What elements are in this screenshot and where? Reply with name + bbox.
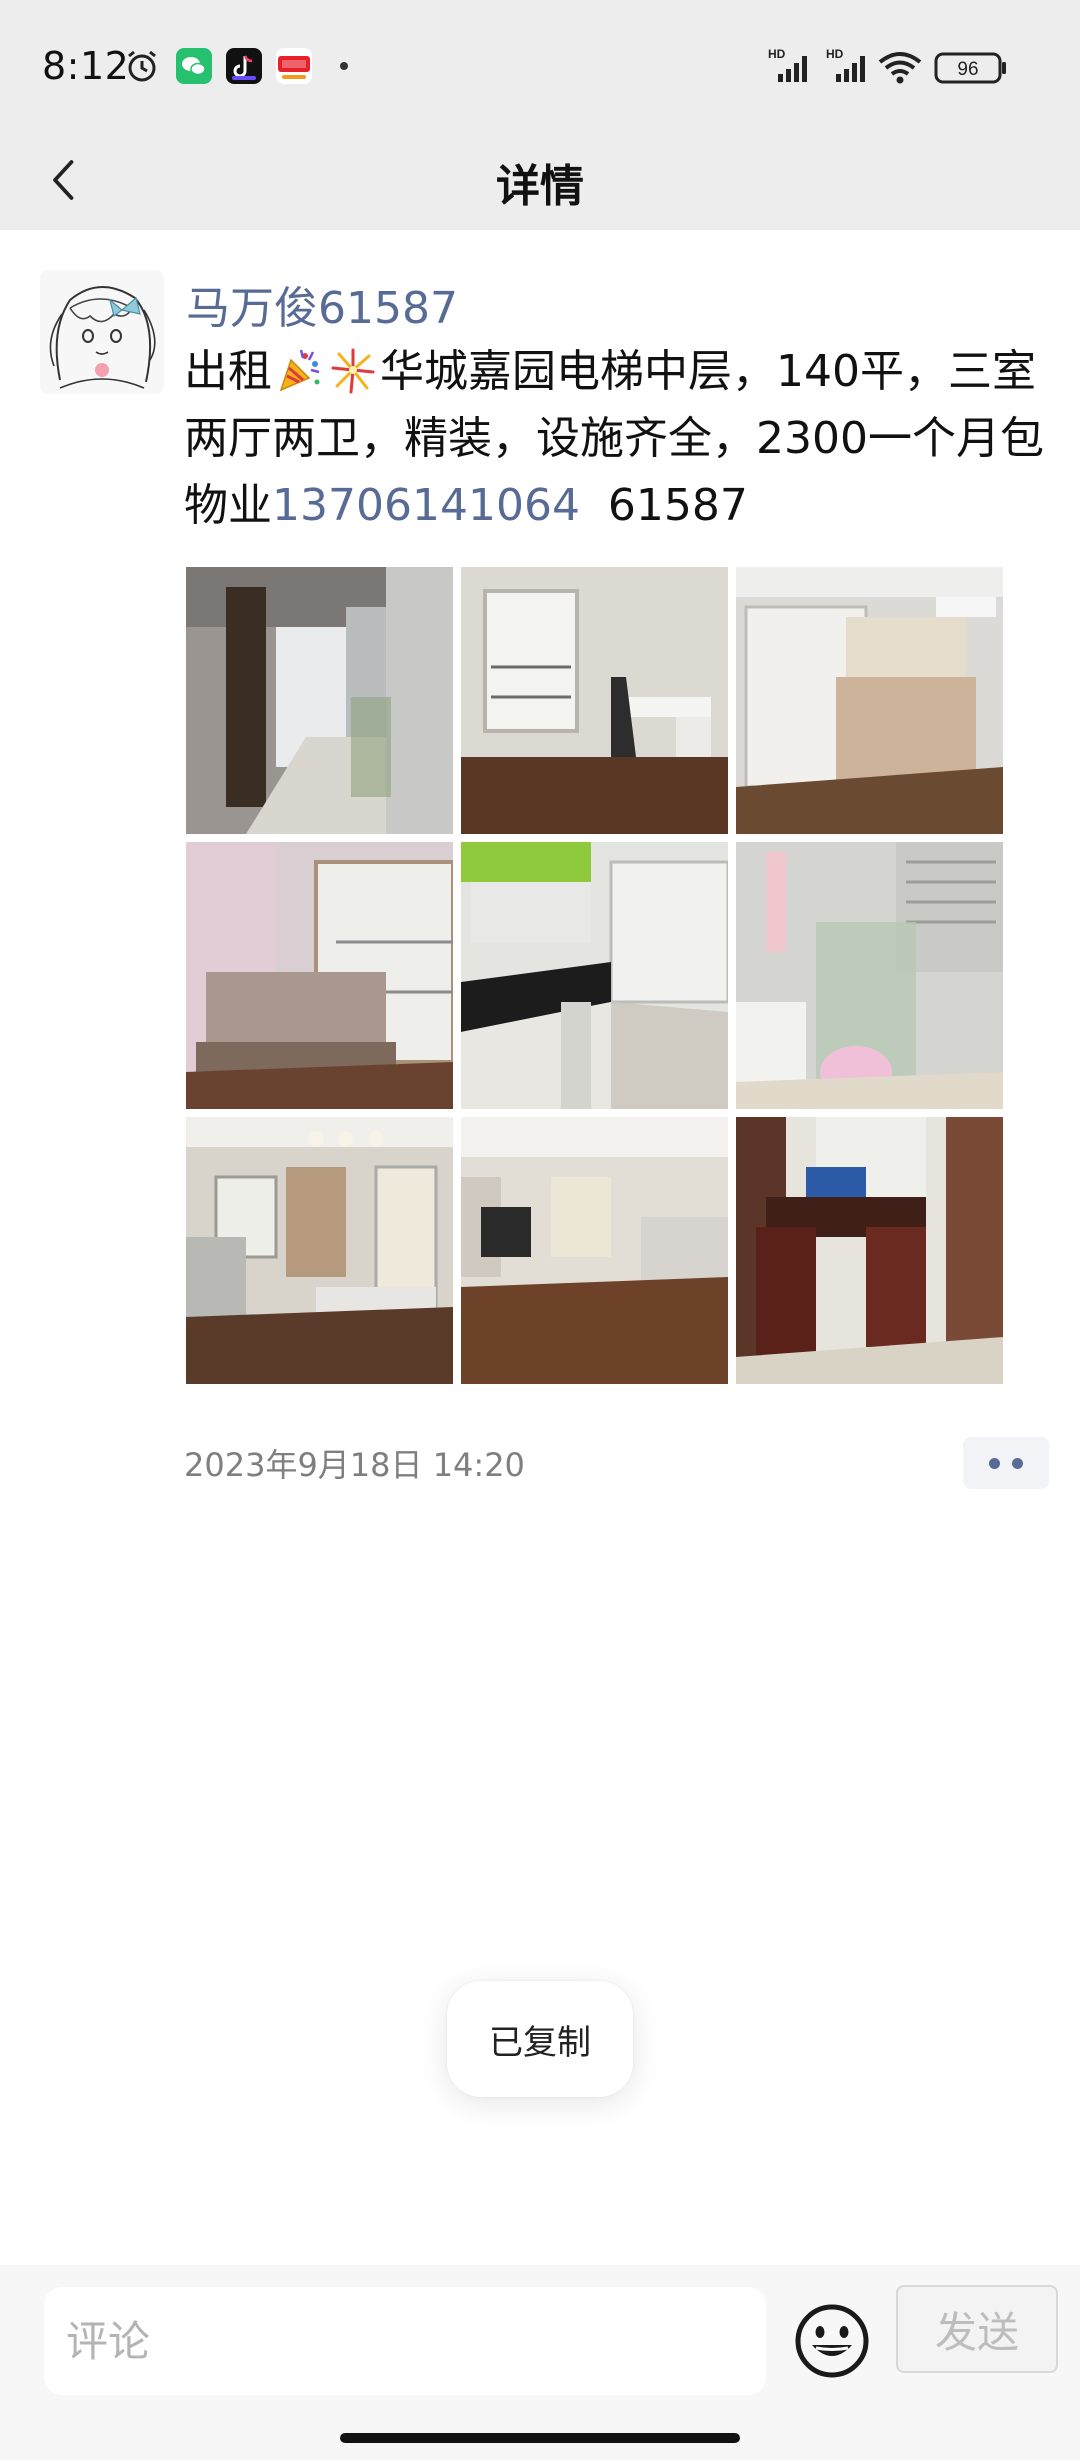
home-indicator[interactable] [340,2433,740,2443]
bathroom-photo[interactable] [736,842,1003,1109]
status-right-icons: HD HD 96 [768,47,1006,84]
nav-bar: 详情 [0,130,1080,230]
tiktok-app-icon [226,48,262,84]
more-dots-icon [989,1457,1000,1469]
living-dining-photo[interactable] [186,1117,453,1384]
party-popper-emoji [275,346,323,394]
avatar[interactable] [40,270,164,394]
battery-icon: 96 [934,52,1006,84]
kitchen-corridor-photo[interactable] [186,567,453,834]
dining-table-photo[interactable] [736,1117,1003,1384]
hd-label-2: HD [826,47,844,61]
alarm-icon [124,48,160,84]
post-text-prefix: 出租 [184,346,272,397]
smiley-icon [795,2304,869,2378]
author-name[interactable]: 马万俊61587 [186,272,458,336]
comment-bar: 发送 [0,2265,1080,2460]
bedroom-photo-2[interactable] [186,842,453,1109]
wifi-icon [878,52,922,84]
status-time: 8:12 [42,44,130,88]
hd-label-1: HD [768,47,786,61]
page-title: 详情 [496,161,584,212]
notification-dot [340,62,348,70]
bedroom-photo-1[interactable] [736,567,1003,834]
top-region: 8:12 HD HD 96 详情 [0,0,1080,230]
comment-input[interactable] [44,2287,766,2395]
status-bar: 8:12 HD HD 96 [0,0,1080,135]
search-app-icon [276,48,312,84]
more-button[interactable] [963,1437,1049,1489]
phone-link[interactable]: 13706141064 [272,480,580,531]
post-detail-screen: 8:12 HD HD 96 详情 马万俊61587 出租 华城嘉园电梯中层，14… [0,0,1080,2460]
fireworks-emoji [329,346,377,394]
kitchen-photo[interactable] [461,842,728,1109]
living-room-photo[interactable] [461,1117,728,1384]
study-desk-photo[interactable] [461,567,728,834]
post-timestamp: 2023年9月18日 14:20 [184,1446,525,1484]
send-button[interactable]: 发送 [896,2285,1058,2373]
battery-level: 96 [957,59,978,80]
copied-toast: 已复制 [447,1981,633,2097]
emoji-button[interactable] [792,2301,872,2381]
post-text: 出租 华城嘉园电梯中层，140平，三室两厅两卫，精装，设施齐全，2300一个月包物… [184,338,1044,539]
wechat-app-icon [176,48,212,84]
more-dots-icon [1012,1457,1023,1469]
post-text-suffix: 61587 [579,480,748,531]
